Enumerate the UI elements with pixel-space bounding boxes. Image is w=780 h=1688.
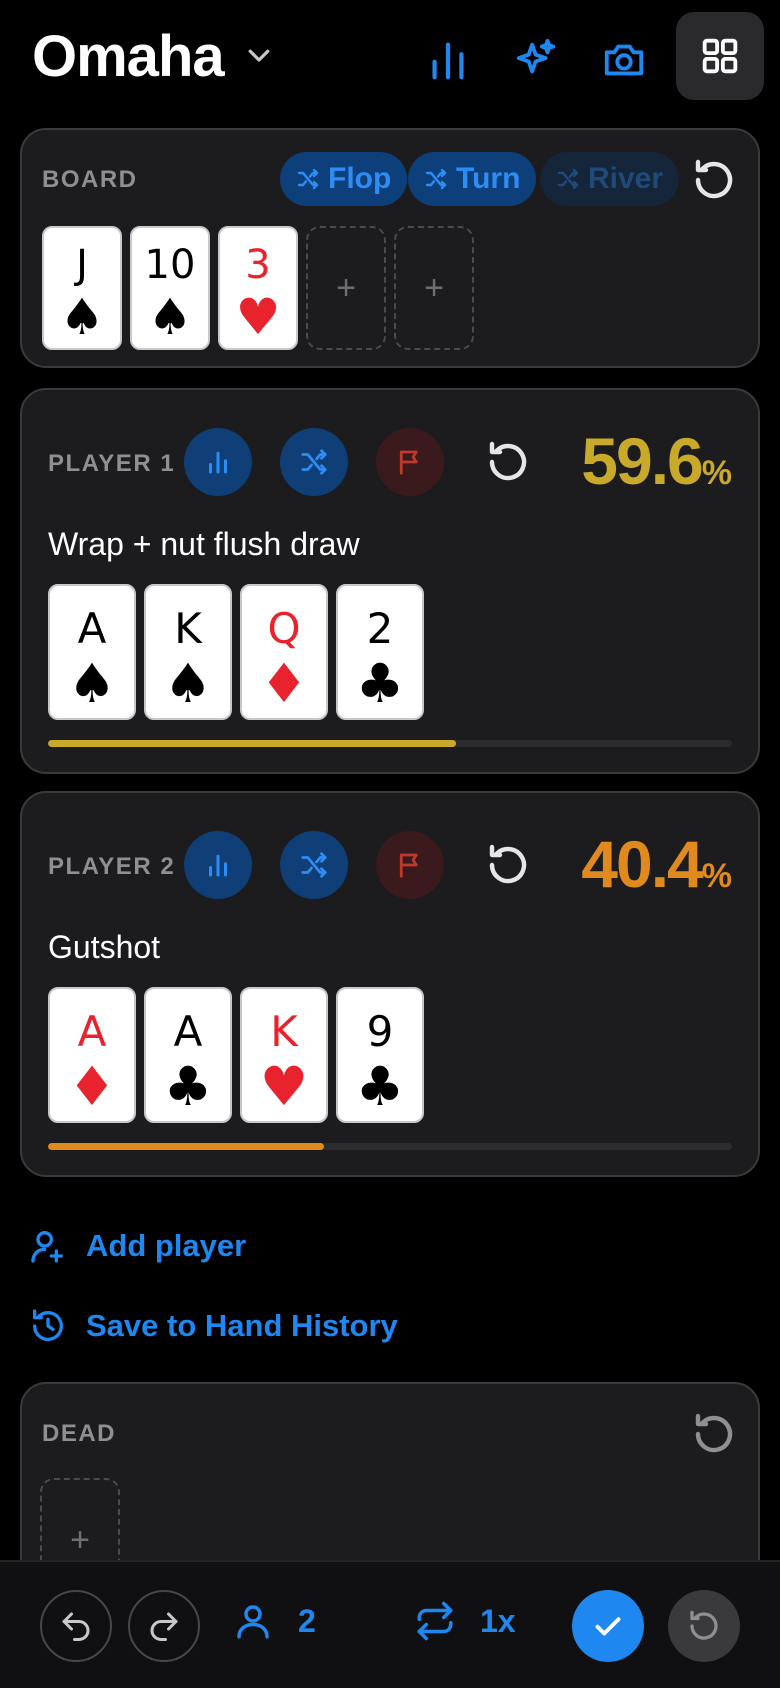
chevron-down-icon: [244, 40, 274, 75]
player-shuffle-button[interactable]: [280, 428, 348, 496]
hand-description: Wrap + nut flush draw: [48, 526, 360, 562]
hole-card[interactable]: 9 ♣: [336, 987, 424, 1123]
board-card[interactable]: 10 ♠: [130, 226, 210, 350]
player-stats-button[interactable]: [184, 831, 252, 899]
dead-label: DEAD: [42, 1420, 117, 1447]
board-empty-slot[interactable]: +: [394, 226, 474, 350]
redo-icon: [150, 1612, 178, 1641]
reset-all-button[interactable]: [668, 1590, 740, 1662]
player-fold-button[interactable]: [376, 831, 444, 899]
player-panel-2: PLAYER 2 40.4% Gutshot A ♦ A ♣ K ♥ 9 ♣: [20, 791, 760, 1177]
flop-button[interactable]: Flop: [280, 152, 408, 206]
bar-chart-icon: [209, 451, 227, 474]
game-type-selector[interactable]: Omaha: [32, 22, 274, 92]
player-stats-button[interactable]: [184, 428, 252, 496]
dead-reset-icon[interactable]: [690, 1410, 738, 1458]
hole-card[interactable]: A ♠: [48, 584, 136, 720]
flop-label: Flop: [328, 162, 392, 195]
player-label: PLAYER 1: [48, 450, 176, 477]
repeat-icon: [417, 1601, 453, 1641]
hole-card[interactable]: K ♥: [240, 987, 328, 1123]
hole-card[interactable]: A ♣: [144, 987, 232, 1123]
hole-card[interactable]: K ♠: [144, 584, 232, 720]
hole-card[interactable]: A ♦: [48, 987, 136, 1123]
bottom-toolbar: 2 1x: [0, 1560, 780, 1688]
grid-icon[interactable]: [676, 12, 764, 100]
runs-count: 1x: [480, 1602, 516, 1639]
equity-value: 59.6%: [581, 424, 732, 498]
shuffle-icon: [297, 168, 319, 190]
player-panel-1: PLAYER 1 59.6% Wrap + nut flush draw A ♠…: [20, 388, 760, 774]
app-header: Omaha: [0, 0, 780, 120]
board-label: BOARD: [42, 166, 138, 193]
turn-button[interactable]: Turn: [408, 152, 537, 206]
add-player-button[interactable]: Add player: [28, 1226, 246, 1266]
shuffle-icon: [301, 449, 327, 475]
equity-bar-fill: [48, 1143, 325, 1150]
reset-icon: [690, 1610, 718, 1640]
save-history-button[interactable]: Save to Hand History: [28, 1306, 398, 1346]
user-icon: [237, 1605, 269, 1639]
bar-chart-icon[interactable]: [408, 20, 488, 100]
hole-card[interactable]: Q ♦: [240, 584, 328, 720]
board-card[interactable]: 3 ♥: [218, 226, 298, 350]
players-count-button[interactable]: 2: [232, 1600, 316, 1642]
player-reset-icon[interactable]: [484, 841, 532, 889]
bar-chart-icon: [209, 854, 227, 877]
player-shuffle-button[interactable]: [280, 831, 348, 899]
hole-card[interactable]: 2 ♣: [336, 584, 424, 720]
runs-button[interactable]: 1x: [414, 1600, 516, 1642]
board-reset-icon[interactable]: [690, 156, 738, 204]
players-count: 2: [298, 1602, 316, 1639]
player-label: PLAYER 2: [48, 853, 176, 880]
add-user-icon: [31, 1231, 63, 1263]
flag-icon: [399, 853, 418, 878]
board-card[interactable]: J ♠: [42, 226, 122, 350]
player-reset-icon[interactable]: [484, 438, 532, 486]
board-empty-slot[interactable]: +: [306, 226, 386, 350]
sparkles-icon[interactable]: [496, 20, 576, 100]
redo-button[interactable]: [128, 1590, 200, 1662]
turn-label: Turn: [456, 162, 521, 195]
confirm-button[interactable]: [572, 1590, 644, 1662]
river-label: River: [588, 162, 664, 195]
camera-icon[interactable]: [584, 20, 664, 100]
shuffle-icon: [301, 852, 327, 878]
add-player-label: Add player: [86, 1228, 247, 1263]
player-fold-button[interactable]: [376, 428, 444, 496]
undo-button[interactable]: [40, 1590, 112, 1662]
equity-bar: [48, 740, 732, 747]
river-button[interactable]: River: [540, 152, 680, 206]
check-icon: [595, 1617, 621, 1636]
equity-bar-fill: [48, 740, 456, 747]
equity-value: 40.4%: [581, 827, 732, 901]
page-title: Omaha: [32, 24, 225, 89]
shuffle-icon: [557, 168, 579, 190]
shuffle-icon: [425, 168, 447, 190]
flag-icon: [399, 450, 418, 475]
board-panel: BOARD Flop Turn River J ♠ 10 ♠ 3 ♥ + +: [20, 128, 760, 368]
equity-bar: [48, 1143, 732, 1150]
save-history-label: Save to Hand History: [86, 1308, 398, 1343]
history-icon: [33, 1309, 63, 1342]
hand-description: Gutshot: [48, 929, 161, 965]
undo-icon: [62, 1612, 90, 1641]
